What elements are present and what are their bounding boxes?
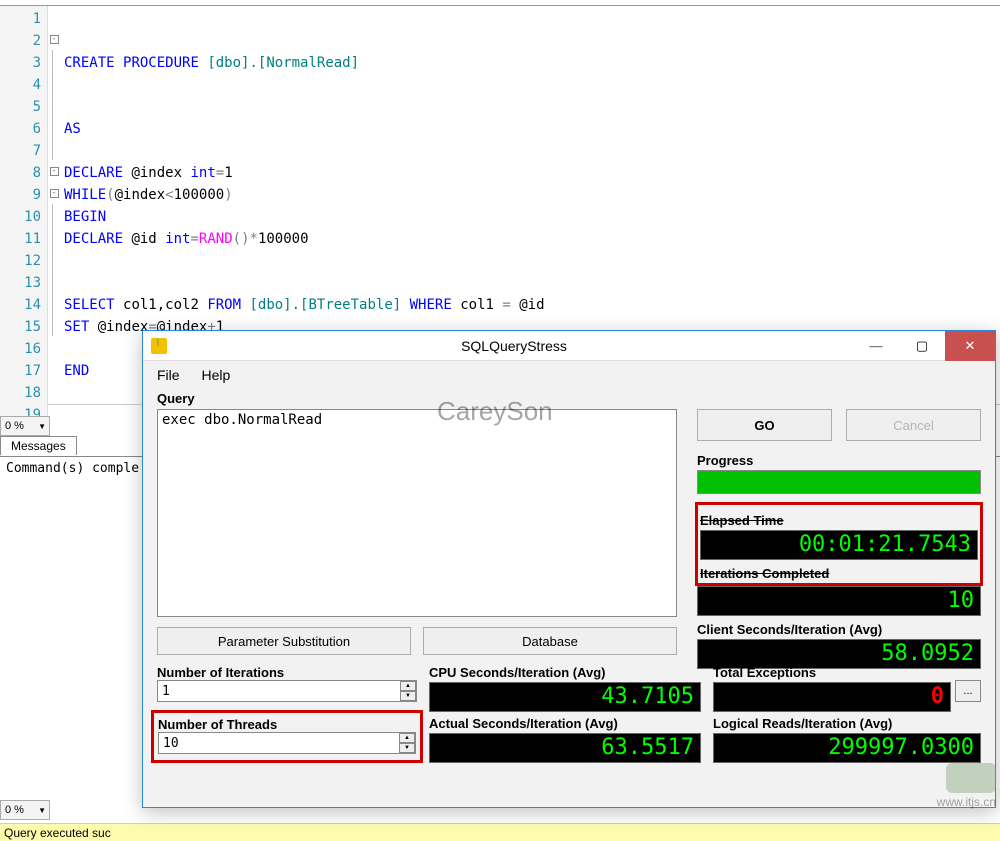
close-button[interactable]: ✕ — [945, 331, 995, 361]
logical-reads-label: Logical Reads/Iteration (Avg) — [713, 716, 981, 731]
window-title: SQLQueryStress — [175, 338, 853, 354]
database-button[interactable]: Database — [423, 627, 677, 655]
cancel-button[interactable]: Cancel — [846, 409, 981, 441]
fold-icon[interactable]: - — [50, 167, 59, 176]
progress-label: Progress — [697, 453, 981, 468]
status-bar: Query executed suc — [0, 823, 1000, 841]
chevron-down-icon: ▼ — [38, 806, 49, 815]
menu-file[interactable]: File — [157, 367, 180, 383]
zoom-dropdown[interactable]: 0 %▼ — [0, 416, 50, 436]
iterations-completed-value: 10 — [697, 586, 981, 616]
number-of-iterations-label: Number of Iterations — [157, 665, 417, 680]
query-textarea[interactable]: exec dbo.NormalRead — [157, 409, 677, 617]
cpu-seconds-value: 43.7105 — [429, 682, 701, 712]
cpu-seconds-label: CPU Seconds/Iteration (Avg) — [429, 665, 701, 680]
total-exceptions-value: 0 — [713, 682, 951, 712]
messages-tab[interactable]: Messages — [0, 436, 77, 455]
chevron-down-icon: ▼ — [38, 422, 49, 431]
fold-column[interactable]: - - - — [48, 6, 60, 336]
spinner-icon[interactable]: ▲▼ — [400, 681, 416, 701]
line-number-gutter: 12345678910111213141516171819 — [0, 6, 48, 428]
zoom-dropdown[interactable]: 0 %▼ — [0, 800, 50, 820]
client-seconds-label: Client Seconds/Iteration (Avg) — [697, 622, 981, 637]
minimize-button[interactable]: — — [853, 331, 899, 361]
elapsed-time-label: Elapsed Time — [700, 513, 978, 528]
number-of-threads-input[interactable] — [158, 732, 416, 754]
title-bar[interactable]: SQLQueryStress — ▢ ✕ — [143, 331, 995, 361]
fold-icon[interactable]: - — [50, 189, 59, 198]
total-exceptions-label: Total Exceptions — [713, 665, 981, 680]
actual-seconds-label: Actual Seconds/Iteration (Avg) — [429, 716, 701, 731]
iterations-completed-label: Iterations Completed — [700, 566, 978, 581]
go-button[interactable]: GO — [697, 409, 832, 441]
query-label: Query — [157, 391, 981, 406]
number-of-threads-label: Number of Threads — [158, 717, 416, 732]
number-of-iterations-input[interactable] — [157, 680, 417, 702]
exceptions-details-button[interactable]: ... — [955, 680, 981, 702]
menu-help[interactable]: Help — [201, 367, 230, 383]
actual-seconds-value: 63.5517 — [429, 733, 701, 763]
sqlquerystress-window: SQLQueryStress — ▢ ✕ File Help Query exe… — [142, 330, 996, 808]
spinner-icon[interactable]: ▲▼ — [399, 733, 415, 753]
logical-reads-value: 299997.0300 — [713, 733, 981, 763]
progress-bar — [697, 470, 981, 494]
maximize-button[interactable]: ▢ — [899, 331, 945, 361]
app-icon — [151, 338, 167, 354]
menu-bar: File Help — [143, 361, 995, 389]
fold-icon[interactable]: - — [50, 35, 59, 44]
parameter-substitution-button[interactable]: Parameter Substitution — [157, 627, 411, 655]
elapsed-time-value: 00:01:21.7543 — [700, 530, 978, 560]
results-tabs: Messages — [0, 436, 77, 455]
